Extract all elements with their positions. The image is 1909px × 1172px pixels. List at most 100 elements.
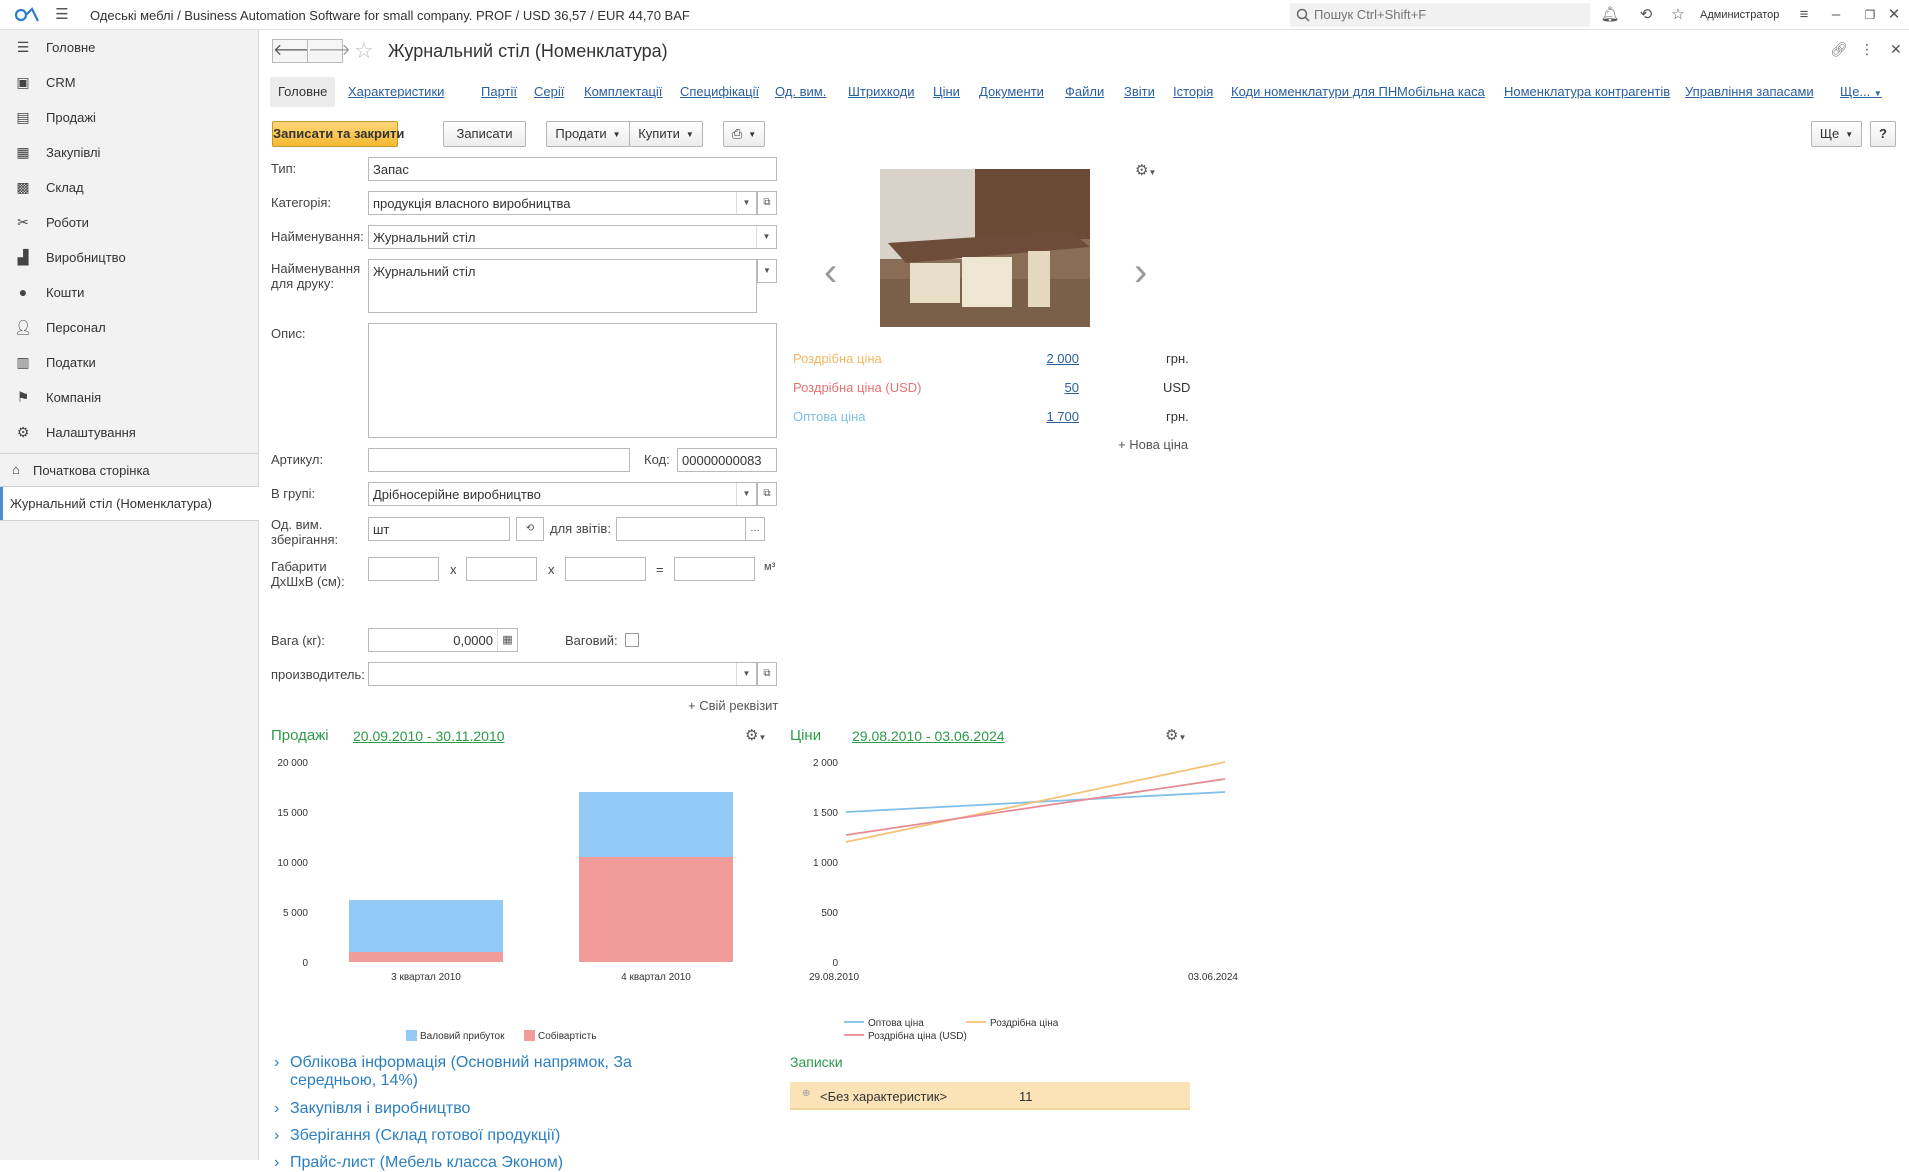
open-group-icon[interactable]: ⧉: [757, 482, 777, 506]
tab-units[interactable]: Од. вим.: [775, 77, 826, 107]
expand-plus-icon[interactable]: ⊕: [802, 1088, 810, 1099]
save-and-close-button[interactable]: Записати та закрити: [272, 121, 404, 147]
minimize-icon[interactable]: –: [1826, 5, 1846, 25]
global-search[interactable]: [1290, 3, 1590, 27]
add-own-attribute-link[interactable]: + Свій реквізит: [688, 698, 778, 713]
sidebar-item-purchases[interactable]: ▦ Закупівлі: [0, 135, 259, 169]
tab-main[interactable]: Головне: [270, 77, 336, 107]
tab-more[interactable]: Ще... ▼: [1840, 77, 1882, 107]
chevron-down-icon[interactable]: ▼: [736, 483, 756, 505]
history-icon[interactable]: ⟲: [1636, 5, 1656, 25]
sidebar-item-warehouse[interactable]: ▩ Склад: [0, 170, 259, 204]
tab-history[interactable]: Історія: [1173, 77, 1213, 107]
forward-button[interactable]: 🡒: [307, 39, 351, 63]
tab-kits[interactable]: Комплектації: [584, 77, 662, 107]
description-field[interactable]: [368, 323, 777, 438]
chevron-down-icon[interactable]: ▼: [757, 259, 777, 283]
star-icon[interactable]: ☆: [1668, 5, 1688, 25]
sidebar-item-company[interactable]: ⚑ Компанія: [0, 380, 259, 414]
chevron-down-icon[interactable]: ▼: [736, 663, 756, 685]
close-form-icon[interactable]: ✕: [1890, 41, 1902, 58]
tab-series[interactable]: Серії: [534, 77, 564, 107]
search-input[interactable]: [1314, 7, 1574, 22]
tab-characteristics[interactable]: Характеристики: [348, 77, 444, 107]
width-field[interactable]: [466, 557, 537, 581]
sidebar-home-link[interactable]: ⌂ Початкова сторінка: [0, 454, 259, 486]
app-logo-icon[interactable]: [14, 7, 42, 23]
manufacturer-field[interactable]: ▼: [368, 662, 757, 686]
article-field[interactable]: [368, 448, 630, 472]
tab-barcodes[interactable]: Штрихкоди: [848, 77, 915, 107]
restore-icon[interactable]: ❐: [1860, 5, 1880, 25]
notes-row[interactable]: ⊕ <Без характеристик> 11: [790, 1082, 1190, 1110]
retail-usd-price-value[interactable]: 50: [1019, 380, 1079, 395]
tab-files[interactable]: Файли: [1065, 77, 1104, 107]
code-field[interactable]: 00000000083: [677, 448, 777, 472]
wholesale-price-value[interactable]: 1 700: [1019, 409, 1079, 424]
select-ellipsis-icon[interactable]: …: [745, 517, 765, 541]
tab-codes-pn[interactable]: Коди номенклатури для ПН: [1231, 77, 1397, 107]
more-actions-button[interactable]: Ще ▼: [1811, 121, 1862, 147]
sidebar-item-works[interactable]: ✂ Роботи: [0, 205, 259, 239]
volume-field[interactable]: [674, 557, 755, 581]
sell-button[interactable]: Продати ▼: [546, 121, 630, 147]
section-purchase-production[interactable]: › Закупівля і виробництво: [274, 1100, 470, 1118]
tab-batches[interactable]: Партії: [481, 77, 517, 107]
category-field[interactable]: продукція власного виробництва ▼: [368, 191, 757, 215]
prev-image-arrow-icon[interactable]: ‹: [824, 250, 837, 295]
sales-chart-settings-gear-icon[interactable]: ⚙▼: [745, 726, 766, 744]
product-photo[interactable]: [880, 169, 1090, 327]
save-button[interactable]: Записати: [443, 121, 526, 147]
tab-reports[interactable]: Звіти: [1124, 77, 1155, 107]
tab-mobile-cash[interactable]: Мобільна каса: [1397, 77, 1485, 107]
print-name-field[interactable]: Журнальний стіл: [368, 259, 757, 313]
tab-counterparty-nomenclature[interactable]: Номенклатура контрагентів: [1504, 77, 1670, 107]
tab-specifications[interactable]: Специфікації: [680, 77, 759, 107]
sidebar-item-main[interactable]: ☰ Головне: [0, 30, 259, 64]
length-field[interactable]: [368, 557, 439, 581]
help-button[interactable]: ?: [1870, 121, 1896, 147]
open-category-icon[interactable]: ⧉: [757, 191, 777, 215]
height-field[interactable]: [565, 557, 646, 581]
close-window-icon[interactable]: ✕: [1884, 5, 1904, 25]
section-price-list[interactable]: › Прайс-лист (Мебель класса Эконом): [274, 1154, 563, 1172]
group-field[interactable]: Дрібносерійне виробництво ▼: [368, 482, 757, 506]
sidebar-item-crm[interactable]: ▣ CRM: [0, 65, 259, 99]
retail-price-value[interactable]: 2 000: [1019, 351, 1079, 366]
print-button[interactable]: ⎙ ▼: [723, 121, 765, 147]
section-accounting-info[interactable]: › Облікова інформація (Основний напрямок,…: [274, 1054, 658, 1090]
more-vertical-icon[interactable]: ⋮: [1860, 41, 1874, 58]
weighted-checkbox[interactable]: [625, 633, 639, 647]
link-icon[interactable]: 🔗︎: [1830, 41, 1848, 58]
hamburger-menu-icon[interactable]: ☰: [52, 5, 72, 25]
open-document-tab[interactable]: Журнальний стіл (Номенклатура): [0, 487, 259, 520]
tab-inventory-management[interactable]: Управління запасами: [1685, 77, 1814, 107]
sidebar-item-settings[interactable]: ⚙ Налаштування: [0, 415, 259, 449]
chevron-down-icon[interactable]: ▼: [736, 192, 756, 214]
next-image-arrow-icon[interactable]: ›: [1134, 250, 1147, 295]
open-manufacturer-icon[interactable]: ⧉: [757, 662, 777, 686]
sidebar-item-production[interactable]: ▟ Виробництво: [0, 240, 259, 274]
history-icon[interactable]: ⟲: [516, 517, 544, 541]
unit-field[interactable]: шт: [368, 517, 510, 541]
sidebar-item-staff[interactable]: 👤︎ Персонал: [0, 310, 259, 344]
user-name[interactable]: Администратор: [1700, 9, 1779, 21]
sidebar-item-money[interactable]: ● Кошти: [0, 275, 259, 309]
section-storage[interactable]: › Зберігання (Склад готової продукції): [274, 1127, 560, 1145]
buy-button[interactable]: Купити ▼: [629, 121, 703, 147]
sales-chart-period[interactable]: 20.09.2010 - 30.11.2010: [353, 728, 505, 744]
back-button[interactable]: 🡐: [272, 39, 316, 63]
sidebar-item-taxes[interactable]: ▥ Податки: [0, 345, 259, 379]
chevron-down-icon[interactable]: ▼: [756, 226, 776, 248]
tab-prices[interactable]: Ціни: [933, 77, 960, 107]
photo-settings-gear-icon[interactable]: ⚙▼: [1135, 161, 1156, 179]
tab-documents[interactable]: Документи: [979, 77, 1044, 107]
settings-lines-icon[interactable]: ≡: [1794, 5, 1814, 25]
sidebar-item-sales[interactable]: ▤ Продажі: [0, 100, 259, 134]
prices-chart-period[interactable]: 29.08.2010 - 03.06.2024: [852, 728, 1005, 744]
bell-icon[interactable]: 🔔︎: [1600, 5, 1620, 25]
new-price-link[interactable]: + Нова ціна: [1118, 437, 1188, 452]
type-field[interactable]: Запас: [368, 157, 777, 181]
weight-field[interactable]: 0,0000 ▦: [368, 628, 518, 652]
reports-unit-field[interactable]: [616, 517, 746, 541]
